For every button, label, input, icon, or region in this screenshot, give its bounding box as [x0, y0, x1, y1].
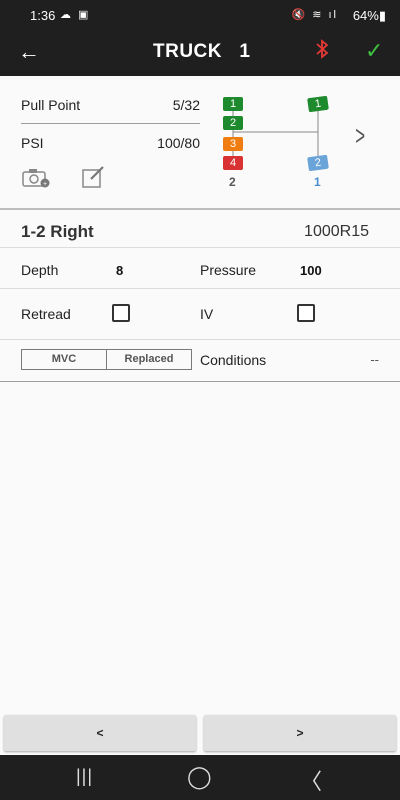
pressure-label: Pressure [200, 262, 257, 278]
tire-axle1-1[interactable]: 1 [307, 95, 329, 113]
tire-size: 1000R15 [304, 223, 369, 240]
conditions-value[interactable]: -- [370, 352, 379, 367]
tire-axle2-2[interactable]: 2 [223, 116, 243, 130]
divider [0, 247, 400, 248]
tire-axle2-1[interactable]: 1 [223, 97, 243, 111]
divider [0, 288, 400, 289]
tire-axle2-4[interactable]: 4 [223, 156, 243, 170]
tire-position: 1-2 Right [21, 222, 94, 241]
divider [0, 339, 400, 340]
pressure-value[interactable]: 100 [300, 263, 322, 278]
bluetooth-icon[interactable] [315, 39, 329, 65]
arrow-left-icon[interactable]: ← [18, 39, 40, 65]
battery-indicator: 64%▮ [352, 8, 386, 23]
page-title: TRUCK 1 [153, 41, 251, 62]
system-navigation-bar: ||| ◯ 〈 [0, 755, 400, 800]
iv-label: IV [200, 306, 214, 322]
summary-panel: Pull Point 5/32 PSI 100/80 + 1 2 3 4 2 1… [0, 76, 400, 210]
axle-lines [232, 111, 319, 156]
recents-icon[interactable]: ||| [76, 766, 93, 787]
depth-value[interactable]: 8 [116, 263, 123, 278]
iv-checkbox[interactable] [297, 304, 315, 322]
clock: 1:36 [30, 8, 56, 23]
axle-2-label: 2 [229, 175, 236, 189]
home-icon[interactable]: ◯ [187, 764, 212, 790]
replaced-button[interactable]: Replaced [106, 350, 191, 369]
back-icon[interactable]: 〈 [300, 764, 322, 796]
system-status-icons: 🔇 ≋ ıl [291, 9, 338, 21]
check-icon[interactable]: ✓ [365, 38, 383, 64]
depth-label: Depth [21, 262, 59, 278]
app-bar: ← TRUCK 1 ✓ [0, 30, 400, 76]
next-button[interactable]: > [204, 715, 396, 751]
tire-detail-panel: 1-2 Right 1000R15 Depth 8 Pressure 100 R… [0, 212, 400, 382]
axle-1-label: 1 [314, 175, 321, 189]
previous-button[interactable]: < [4, 715, 196, 751]
bluetooth-glyph [316, 39, 329, 59]
tire-axle2-3[interactable]: 3 [223, 137, 243, 151]
retread-label: Retread [21, 306, 71, 322]
status-bar: 1:36 ☁ ▣ 🔇 ≋ ıl 64%▮ [0, 0, 400, 30]
mvc-replaced-toggle: MVC Replaced [21, 349, 192, 370]
axle-diagram: 1 2 3 4 2 1 2 1 > [0, 76, 400, 210]
retread-checkbox[interactable] [112, 304, 130, 322]
mvc-button[interactable]: MVC [22, 350, 106, 369]
chevron-right-icon[interactable]: > [355, 120, 365, 152]
tire-navigation: < > [0, 713, 400, 755]
notification-icons: ☁ ▣ [60, 9, 91, 21]
tire-axle1-2[interactable]: 2 [307, 154, 329, 172]
conditions-label: Conditions [200, 352, 267, 368]
